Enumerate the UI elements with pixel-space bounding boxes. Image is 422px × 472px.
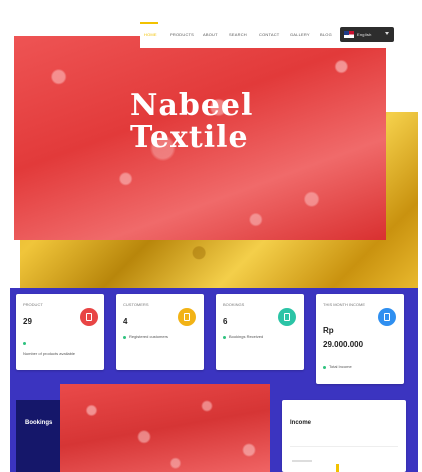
language-label: English (357, 32, 372, 37)
income-chart-card[interactable]: Income (282, 400, 406, 472)
red-glitter-image (60, 384, 270, 472)
chart-legend-line (292, 460, 312, 462)
nav-contact[interactable]: CONTACT (259, 32, 279, 37)
stat-value: 29 (23, 317, 32, 326)
trend-icon (323, 366, 326, 369)
chart-gridline (290, 446, 398, 447)
nav-blog[interactable]: BLOG (320, 32, 332, 37)
page: Nabeel Textile HOME PRODUCTS ABOUT SEARC… (0, 0, 422, 472)
nav-home[interactable]: HOME (144, 32, 157, 37)
nav-about[interactable]: ABOUT (203, 32, 218, 37)
stat-label: PRODUCT (23, 302, 43, 307)
stat-value-prefix: Rp (323, 326, 334, 335)
stat-value: 6 (223, 317, 228, 326)
stat-label: CUSTOMERS (123, 302, 149, 307)
bookings-title: Bookings (25, 420, 53, 426)
stat-card-product[interactable]: PRODUCT 29 Number of products available (16, 294, 104, 370)
language-selector[interactable]: English (340, 27, 394, 42)
hero-title: Nabeel Textile (130, 90, 253, 154)
chevron-down-icon (385, 32, 389, 35)
hero-subtitle (130, 70, 210, 76)
bookings-panel[interactable]: Bookings (16, 400, 60, 472)
trend-icon (23, 342, 26, 345)
hero-title-line1: Nabeel (130, 88, 254, 123)
stat-label: BOOKINGS (223, 302, 245, 307)
stat-footer: Registered customers (129, 334, 168, 339)
stat-footer: Number of products available (23, 351, 76, 356)
stat-footer: Bookings Received (229, 334, 264, 339)
bookings-icon (278, 308, 296, 326)
income-icon (378, 308, 396, 326)
stat-card-bookings[interactable]: BOOKINGS 6 Bookings Received (216, 294, 304, 370)
customers-icon (178, 308, 196, 326)
nav-active-indicator (140, 22, 158, 24)
trend-icon (223, 336, 226, 339)
product-icon (80, 308, 98, 326)
stat-label: THIS MONTH INCOME (323, 302, 365, 307)
hero-banner: Nabeel Textile (14, 36, 386, 240)
income-title: Income (290, 420, 312, 426)
stat-card-customers[interactable]: CUSTOMERS 4 Registered customers (116, 294, 204, 370)
top-navigation: HOME PRODUCTS ABOUT SEARCH CONTACT GALLE… (140, 22, 402, 48)
stat-value: 4 (123, 317, 128, 326)
flag-icon (344, 31, 354, 38)
stat-footer: Total Income (329, 364, 352, 369)
nav-products[interactable]: PRODUCTS (170, 32, 194, 37)
chart-bar (336, 464, 339, 472)
stat-card-income[interactable]: THIS MONTH INCOME Rp 29.000.000 Total In… (316, 294, 404, 384)
nav-gallery[interactable]: GALLERY (290, 32, 310, 37)
nav-search[interactable]: SEARCH (229, 32, 247, 37)
trend-icon (123, 336, 126, 339)
stat-value: 29.000.000 (323, 340, 364, 349)
hero-title-line2: Textile (130, 120, 249, 155)
